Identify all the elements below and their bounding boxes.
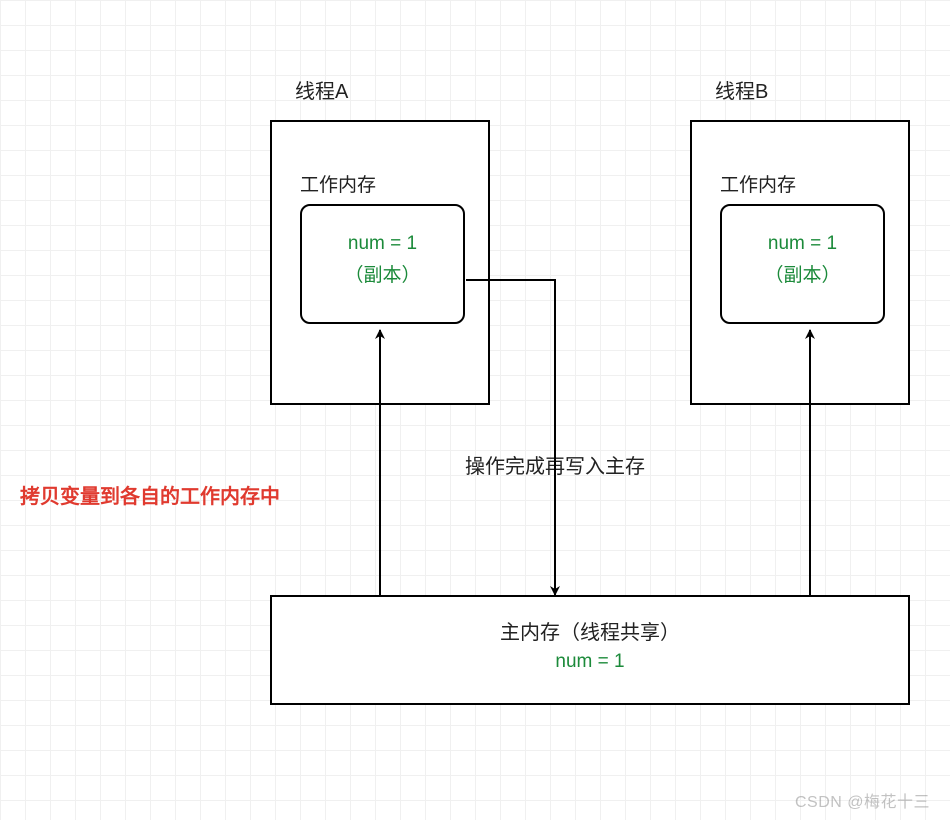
- thread-a-copy: （副本）: [302, 260, 463, 292]
- thread-a-num: num = 1: [302, 228, 463, 260]
- main-memory-num: num = 1: [272, 651, 908, 673]
- thread-a-title: 线程A: [295, 75, 348, 104]
- thread-a-inner-box: num = 1 （副本）: [300, 204, 465, 324]
- thread-b-title: 线程B: [715, 75, 768, 104]
- thread-b-inner-box: num = 1 （副本）: [720, 204, 885, 324]
- watermark: CSDN @梅花十三: [795, 788, 930, 812]
- main-memory-title: 主内存（线程共享）: [272, 615, 908, 651]
- thread-a-box: 工作内存 num = 1 （副本）: [270, 120, 490, 405]
- main-memory-box: 主内存（线程共享） num = 1: [270, 595, 910, 705]
- copy-annotation: 拷贝变量到各自的工作内存中: [20, 480, 280, 509]
- thread-a-workmem-label: 工作内存: [300, 170, 376, 197]
- thread-b-copy: （副本）: [722, 260, 883, 292]
- thread-b-num: num = 1: [722, 228, 883, 260]
- thread-b-workmem-label: 工作内存: [720, 170, 796, 197]
- writeback-annotation: 操作完成再写入主存: [465, 450, 645, 479]
- thread-b-box: 工作内存 num = 1 （副本）: [690, 120, 910, 405]
